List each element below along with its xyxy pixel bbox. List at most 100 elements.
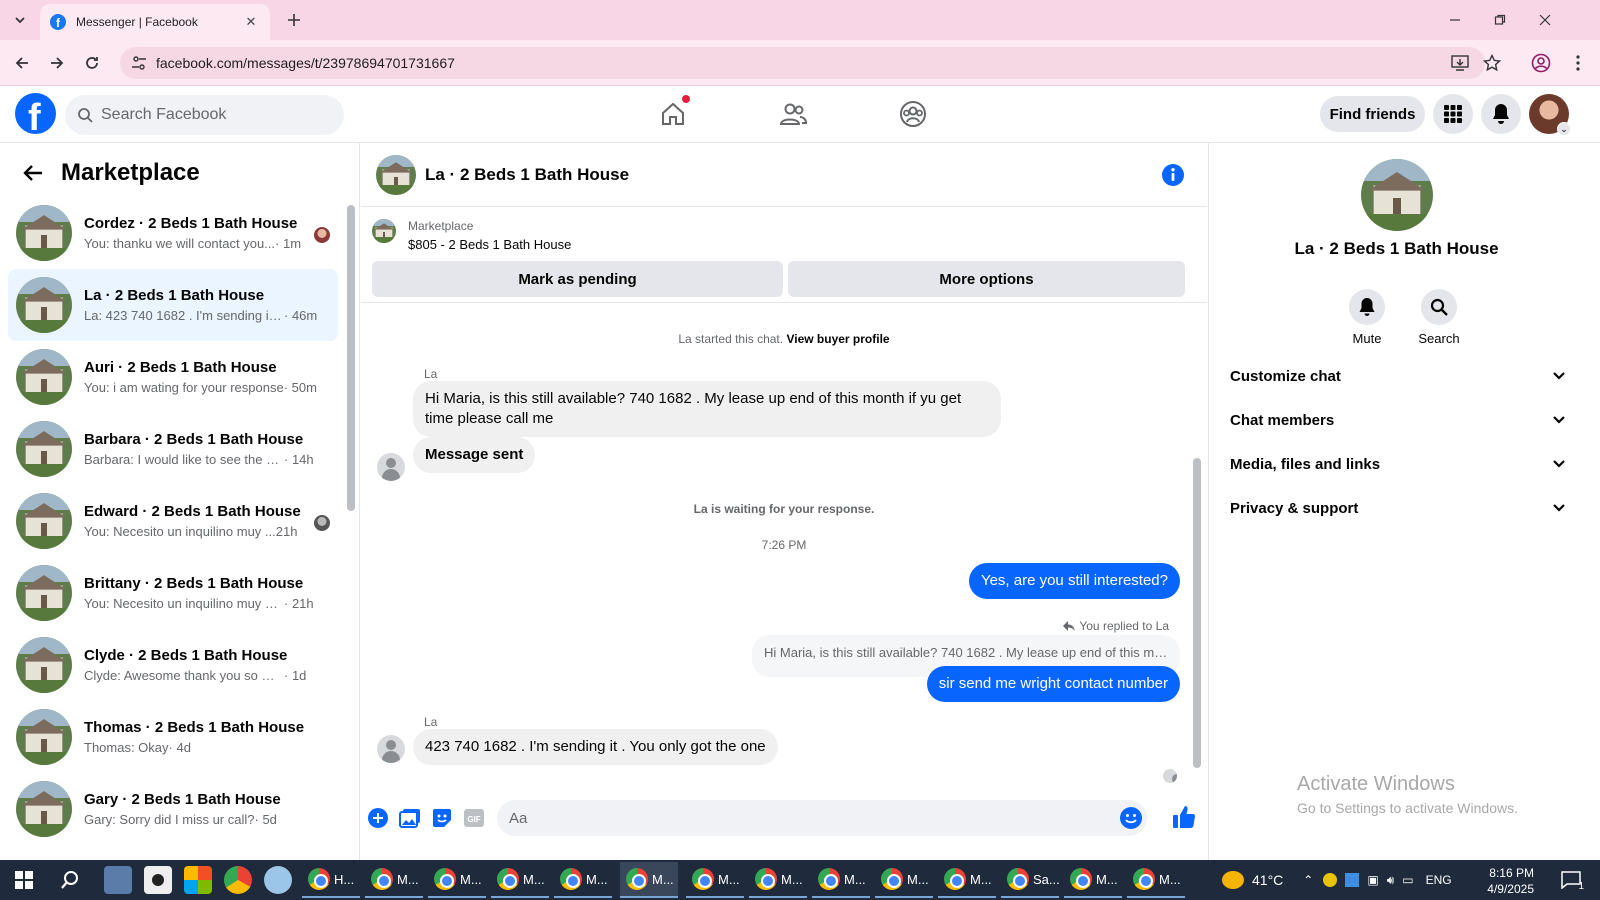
back-to-chats-button[interactable] <box>15 155 51 191</box>
new-tab-button[interactable] <box>282 8 306 32</box>
conversation-item[interactable]: Clyde · 2 Beds 1 Bath House Clyde: Aweso… <box>8 629 338 701</box>
forward-button[interactable] <box>45 51 69 75</box>
facebook-search[interactable] <box>65 95 344 135</box>
incoming-message[interactable]: Message sent <box>413 437 536 473</box>
nav-home[interactable] <box>651 92 695 136</box>
chat-title[interactable]: La · 2 Beds 1 Bath House <box>425 165 629 185</box>
pinned-app-chrome-icon[interactable] <box>224 866 252 894</box>
browser-menu-button[interactable] <box>1566 51 1590 75</box>
more-options-button[interactable]: More options <box>788 261 1185 297</box>
taskbar-chrome-window[interactable]: Sa... <box>1001 862 1060 898</box>
sender-avatar[interactable] <box>377 453 405 481</box>
conversation-list-scrollbar[interactable] <box>347 193 355 853</box>
close-window-button[interactable] <box>1531 8 1559 32</box>
incoming-message[interactable]: Hi Maria, is this still available? 740 1… <box>413 381 1001 437</box>
bookmark-button[interactable] <box>1480 51 1504 75</box>
taskbar-chrome-window[interactable]: M... <box>749 862 807 898</box>
site-settings-icon[interactable] <box>128 52 150 74</box>
taskbar-chrome-window[interactable]: M... <box>938 862 996 898</box>
wifi-icon[interactable]: ▭ <box>1402 873 1413 887</box>
restore-button[interactable] <box>1486 8 1514 32</box>
conversation-info-button[interactable] <box>1161 163 1185 187</box>
media-files-links-section[interactable]: Media, files and links <box>1222 444 1574 484</box>
tab-search-button[interactable] <box>8 8 32 32</box>
pinned-app-paint-icon[interactable] <box>264 866 292 894</box>
tray-device-icon[interactable]: ▣ <box>1367 873 1378 887</box>
sticker-button[interactable] <box>429 805 455 831</box>
scrollbar-thumb[interactable] <box>1193 458 1201 768</box>
incoming-message[interactable]: 423 740 1682 . I'm sending it . You only… <box>413 729 778 765</box>
facebook-logo-icon[interactable]: f <box>15 93 56 134</box>
taskbar-chrome-window[interactable]: H... <box>302 862 360 898</box>
browser-tab-active[interactable]: f Messenger | Facebook ✕ <box>40 4 270 40</box>
pinned-app-photos-icon[interactable] <box>104 866 132 894</box>
reload-button[interactable] <box>80 51 104 75</box>
taskbar-chrome-window[interactable]: M... <box>365 862 423 898</box>
taskbar-chrome-window[interactable]: M... <box>686 862 744 898</box>
tab-close-icon[interactable]: ✕ <box>242 13 260 31</box>
chat-scrollbar[interactable] <box>1193 308 1201 778</box>
pinned-app-store-icon[interactable] <box>184 866 212 894</box>
conversation-item[interactable]: Gary · 2 Beds 1 Bath House Gary: Sorry d… <box>8 773 338 845</box>
weather-icon[interactable] <box>1222 871 1244 889</box>
start-button[interactable] <box>10 868 38 892</box>
weather-temp[interactable]: 41°C <box>1252 872 1283 888</box>
notification-center-button[interactable]: 1 <box>1558 868 1584 892</box>
tray-app-icon[interactable] <box>1323 873 1338 887</box>
taskbar-chrome-window[interactable]: M... <box>554 862 612 898</box>
view-buyer-profile-link[interactable]: View buyer profile <box>786 332 889 346</box>
address-bar[interactable]: facebook.com/messages/t/2397869470173166… <box>120 47 1485 79</box>
emoji-button[interactable] <box>1119 806 1143 830</box>
account-avatar[interactable]: ⌄ <box>1529 94 1571 136</box>
search-action[interactable]: Search <box>1409 289 1469 346</box>
mark-as-pending-button[interactable]: Mark as pending <box>372 261 783 297</box>
listing-price[interactable]: $805 - 2 Beds 1 Bath House <box>408 237 571 252</box>
volume-icon[interactable]: 🔊︎ <box>1387 873 1395 888</box>
mute-button[interactable] <box>1349 289 1385 325</box>
search-in-chat-button[interactable] <box>1421 289 1457 325</box>
install-app-button[interactable] <box>1448 51 1472 75</box>
taskbar-chrome-window[interactable]: M... <box>875 862 933 898</box>
browser-profile-button[interactable] <box>1529 51 1553 75</box>
outgoing-message[interactable]: Yes, are you still interested? <box>968 563 1180 599</box>
conversation-item[interactable]: Thomas · 2 Beds 1 Bath House Thomas: Oka… <box>8 701 338 773</box>
conversation-item[interactable]: Auri · 2 Beds 1 Bath House You: i am wat… <box>8 341 338 413</box>
chat-thumbnail[interactable] <box>376 155 416 195</box>
attach-photo-button[interactable] <box>397 805 423 831</box>
notifications-button[interactable] <box>1481 94 1521 134</box>
message-input[interactable] <box>497 800 1147 836</box>
language-indicator[interactable]: ENG <box>1426 873 1452 887</box>
page-scrollbar[interactable] <box>1589 143 1600 860</box>
chat-members-section[interactable]: Chat members <box>1222 400 1574 440</box>
sender-avatar[interactable] <box>377 735 405 763</box>
menu-button[interactable] <box>1433 94 1473 134</box>
taskbar-chrome-window[interactable]: M... <box>491 862 549 898</box>
customize-chat-section[interactable]: Customize chat <box>1222 356 1574 396</box>
privacy-support-section[interactable]: Privacy & support <box>1222 488 1574 528</box>
scrollbar-thumb[interactable] <box>347 205 355 511</box>
taskbar-chrome-window[interactable]: M... <box>1127 862 1185 898</box>
back-button[interactable] <box>10 51 34 75</box>
find-friends-button[interactable]: Find friends <box>1320 96 1425 132</box>
taskbar-chrome-window[interactable]: M... <box>1064 862 1122 898</box>
minimize-button[interactable] <box>1441 8 1469 32</box>
system-clock[interactable]: 8:16 PM 4/9/2025 <box>1468 865 1534 897</box>
tray-network-app-icon[interactable] <box>1345 873 1360 887</box>
conversation-item-active[interactable]: La · 2 Beds 1 Bath House La: 423 740 168… <box>8 269 338 341</box>
nav-groups[interactable] <box>891 92 935 136</box>
nav-friends[interactable] <box>771 92 815 136</box>
taskbar-chrome-window-active[interactable]: M... <box>620 862 678 898</box>
conversation-item[interactable]: Edward · 2 Beds 1 Bath House You: Necesi… <box>8 485 338 557</box>
chevron-up-icon[interactable]: ⌃ <box>1303 873 1313 887</box>
gif-button[interactable]: GIF <box>461 805 487 831</box>
taskbar-search-button[interactable] <box>56 868 84 892</box>
conversation-item[interactable]: Barbara · 2 Beds 1 Bath House Barbara: I… <box>8 413 338 485</box>
conversation-item[interactable]: Cordez · 2 Beds 1 Bath House You: thanku… <box>8 197 338 269</box>
conversation-item[interactable]: Brittany · 2 Beds 1 Bath House You: Nece… <box>8 557 338 629</box>
taskbar-chrome-window[interactable]: M... <box>428 862 486 898</box>
taskbar-chrome-window[interactable]: M... <box>812 862 870 898</box>
mute-action[interactable]: Mute <box>1337 289 1397 346</box>
more-actions-button[interactable] <box>365 805 391 831</box>
outgoing-message[interactable]: sir send me wright contact number <box>926 666 1180 702</box>
pinned-app-camera-icon[interactable] <box>144 866 172 894</box>
